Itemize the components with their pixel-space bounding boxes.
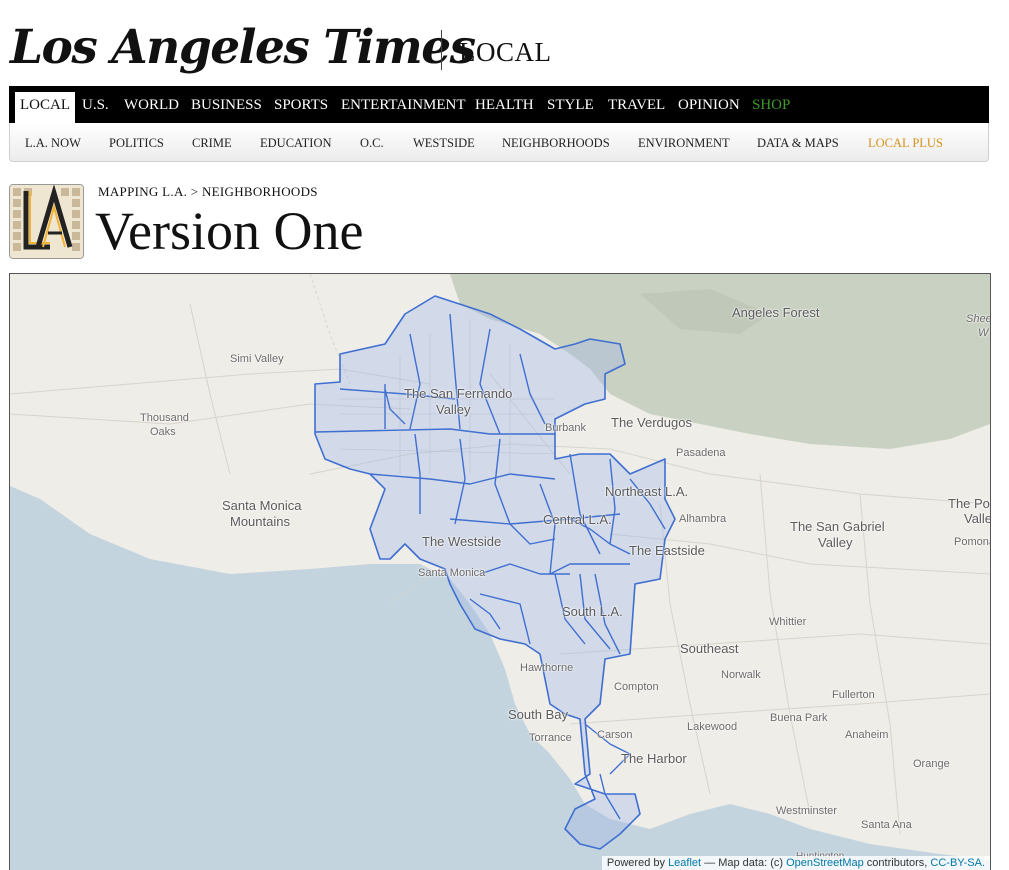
subnav-item-neighborhoods[interactable]: NEIGHBORHOODS xyxy=(502,123,610,161)
map-label-san-fernando-2: Valley xyxy=(436,402,471,417)
map-label-sheep-2: W xyxy=(978,327,989,339)
subnav-item-local-plus[interactable]: LOCAL PLUS xyxy=(868,123,943,161)
nav-item-travel[interactable]: TRAVEL xyxy=(608,86,665,123)
mapping-la-logo[interactable] xyxy=(9,184,84,259)
map-label-central-la: Central L.A. xyxy=(543,512,612,527)
map-label-lakewood: Lakewood xyxy=(687,721,738,733)
map-label-northeast-la: Northeast L.A. xyxy=(605,484,689,499)
map-label-anaheim: Anaheim xyxy=(845,729,889,741)
subnav-item-oc[interactable]: O.C. xyxy=(360,123,384,161)
map-label-south-bay: South Bay xyxy=(508,707,568,722)
map-label-santa-monica: Santa Monica xyxy=(418,567,486,579)
subnav-item-education[interactable]: EDUCATION xyxy=(260,123,332,161)
map-label-compton: Compton xyxy=(614,681,659,693)
attribution-middle: — Map data: (c) xyxy=(704,857,784,869)
masthead: Los Angeles Times LOCAL xyxy=(10,18,650,78)
map-label-san-fernando: The San Fernando xyxy=(404,386,513,401)
license-link[interactable]: CC-BY-SA. xyxy=(930,857,985,869)
la-times-logo[interactable]: Los Angeles Times xyxy=(10,18,476,78)
map-label-southeast: Southeast xyxy=(680,641,739,656)
leaflet-link[interactable]: Leaflet xyxy=(668,857,701,869)
subnav-item-westside[interactable]: WESTSIDE xyxy=(413,123,475,161)
map-label-santa-ana: Santa Ana xyxy=(861,819,912,831)
primary-nav: LOCAL U.S. WORLD BUSINESS SPORTS ENTERTA… xyxy=(9,86,989,123)
map-label-santa-monica-mountains: Santa Monica xyxy=(222,498,302,513)
breadcrumb-separator: > xyxy=(190,184,199,199)
map-label-simi-valley: Simi Valley xyxy=(230,353,284,365)
breadcrumb-parent[interactable]: MAPPING L.A. xyxy=(98,184,187,199)
nav-item-entertainment[interactable]: ENTERTAINMENT xyxy=(341,86,466,123)
subnav-item-data-maps[interactable]: DATA & MAPS xyxy=(757,123,839,161)
map-label-verdugos: The Verdugos xyxy=(611,415,692,430)
map-attribution: Powered by Leaflet — Map data: (c) OpenS… xyxy=(601,856,990,870)
map-label-carson: Carson xyxy=(597,729,633,741)
nav-item-world[interactable]: WORLD xyxy=(124,86,179,123)
secondary-nav: L.A. NOW POLITICS CRIME EDUCATION O.C. W… xyxy=(9,123,989,162)
map-label-thousand-oaks: Thousand xyxy=(140,412,189,424)
map-tiles xyxy=(10,274,990,870)
map-label-hawthorne: Hawthorne xyxy=(520,662,574,674)
nav-item-shop[interactable]: SHOP xyxy=(752,86,790,123)
map-label-south-la: South L.A. xyxy=(562,604,623,619)
map-label-westminster: Westminster xyxy=(776,805,837,817)
map-label-norwalk: Norwalk xyxy=(721,669,761,681)
breadcrumb-current[interactable]: NEIGHBORHOODS xyxy=(202,184,318,199)
mapping-la-logo-graphic xyxy=(10,185,83,258)
map-label-harbor: The Harbor xyxy=(621,751,687,766)
breadcrumb: MAPPING L.A. > NEIGHBORHOODS xyxy=(98,184,318,200)
nav-item-us[interactable]: U.S. xyxy=(82,86,109,123)
subnav-item-la-now[interactable]: L.A. NOW xyxy=(25,123,81,161)
map-label-burbank: Burbank xyxy=(545,422,586,434)
osm-link[interactable]: OpenStreetMap xyxy=(786,857,864,869)
attribution-prefix: Powered by xyxy=(606,857,665,869)
nav-item-business[interactable]: BUSINESS xyxy=(191,86,262,123)
map-label-san-gabriel-valley-2: Valley xyxy=(818,535,853,550)
subnav-item-crime[interactable]: CRIME xyxy=(192,123,232,161)
map-label-eastside: The Eastside xyxy=(629,543,705,558)
map-label-santa-monica-mountains-2: Mountains xyxy=(230,514,290,529)
map-label-thousand-oaks-2: Oaks xyxy=(150,426,176,438)
attribution-suffix: contributors, xyxy=(866,857,928,869)
map-label-alhambra: Alhambra xyxy=(679,513,727,525)
nav-item-health[interactable]: HEALTH xyxy=(475,86,534,123)
page-title: Version One xyxy=(95,201,364,261)
map-label-fullerton: Fullerton xyxy=(832,689,875,701)
map-label-san-gabriel-valley: The San Gabriel xyxy=(790,519,885,534)
map-label-buena-park: Buena Park xyxy=(770,712,828,724)
map-label-pomona-valley-2: Valle xyxy=(964,511,991,526)
subnav-item-politics[interactable]: POLITICS xyxy=(109,123,164,161)
neighborhood-map[interactable]: Angeles Forest Shee W Simi Valley The Sa… xyxy=(9,273,991,870)
subnav-item-environment[interactable]: ENVIRONMENT xyxy=(638,123,730,161)
map-label-whittier: Whittier xyxy=(769,616,807,628)
map-label-orange: Orange xyxy=(913,758,950,770)
nav-item-opinion[interactable]: OPINION xyxy=(678,86,740,123)
nav-item-sports[interactable]: SPORTS xyxy=(274,86,328,123)
nav-item-local[interactable]: LOCAL xyxy=(15,92,75,123)
map-label-pasadena: Pasadena xyxy=(676,447,726,459)
map-label-angeles-forest: Angeles Forest xyxy=(732,305,820,320)
map-label-pomona: Pomona xyxy=(954,536,991,548)
map-label-sheep: Shee xyxy=(966,313,991,325)
map-label-torrance: Torrance xyxy=(529,732,572,744)
map-label-pomona-valley: The Pon xyxy=(948,496,990,511)
section-label[interactable]: LOCAL xyxy=(459,36,552,68)
nav-item-style[interactable]: STYLE xyxy=(547,86,594,123)
masthead-divider xyxy=(441,30,442,70)
map-label-westside: The Westside xyxy=(422,534,502,549)
